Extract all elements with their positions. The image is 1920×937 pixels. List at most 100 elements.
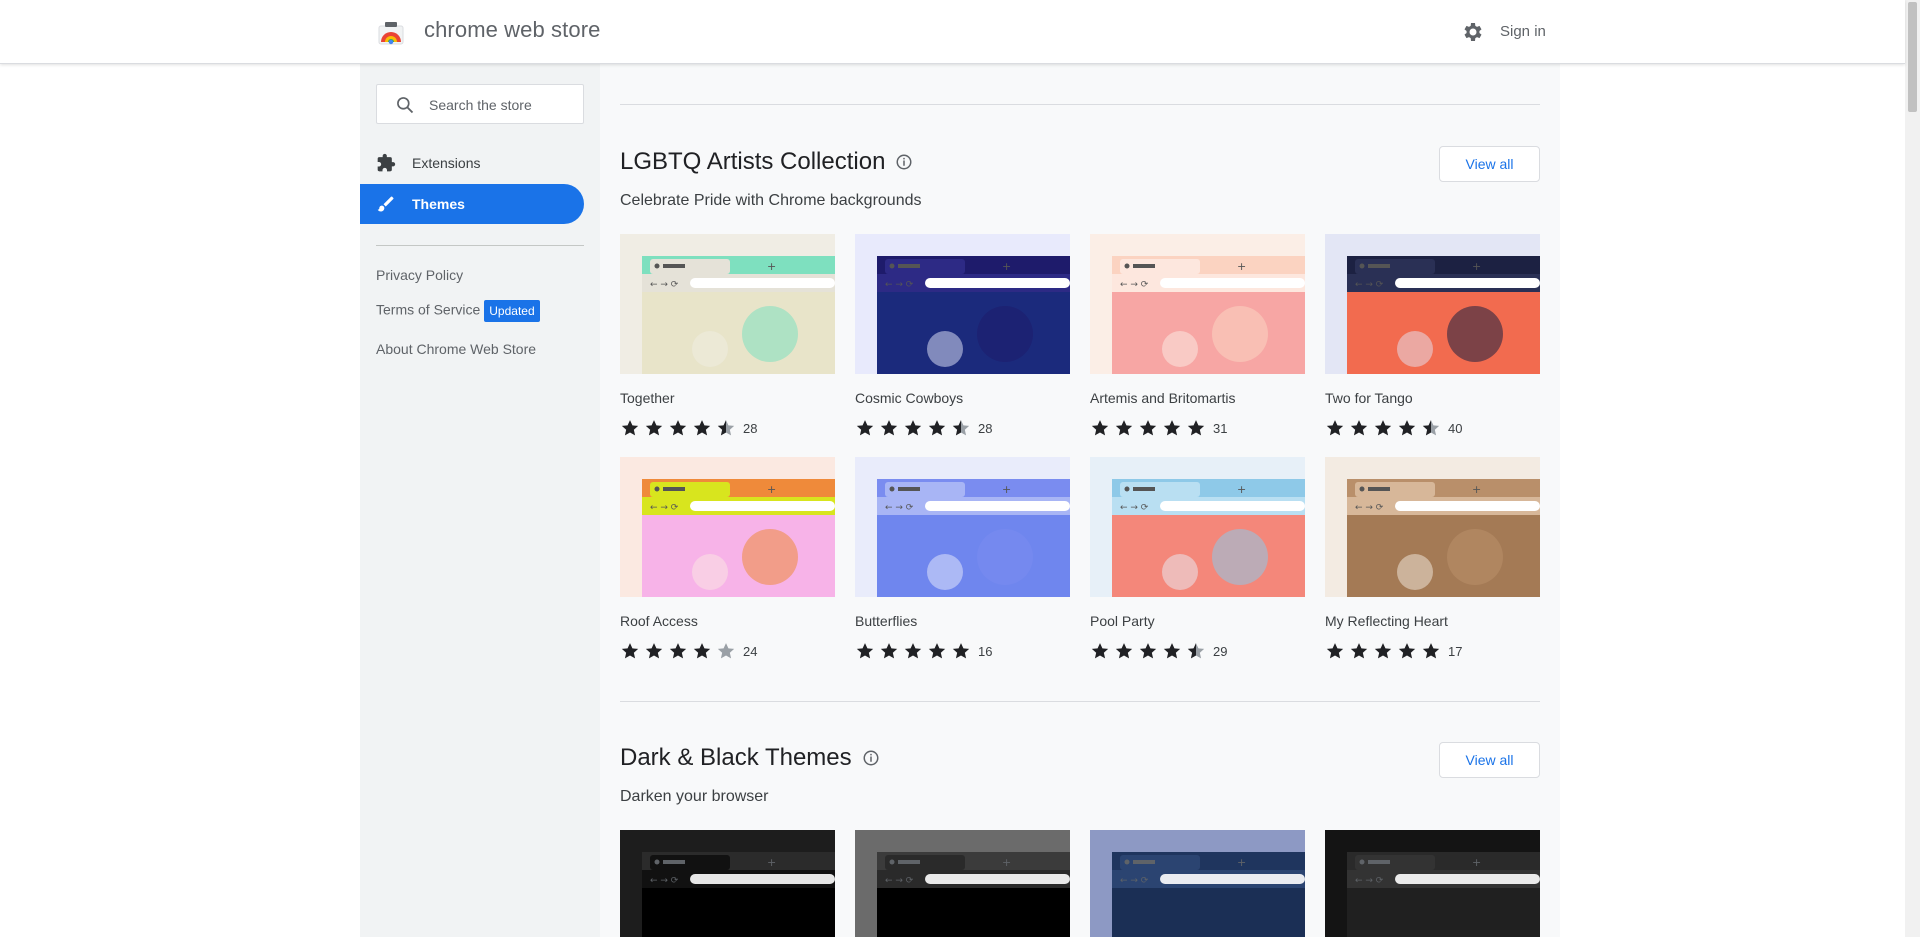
svg-text:+: + <box>767 260 776 273</box>
star-icon <box>645 643 663 659</box>
theme-thumbnail[interactable]: + ← → ⟳ <box>1090 234 1305 374</box>
theme-thumbnail[interactable]: + ← → ⟳ <box>1325 234 1540 374</box>
star-icon <box>621 420 639 436</box>
theme-thumbnail[interactable]: + ← → ⟳ <box>1090 830 1305 937</box>
search-box[interactable] <box>376 84 584 124</box>
star-icon <box>1374 420 1392 436</box>
rating: 16 <box>855 641 1070 661</box>
svg-text:← → ⟳: ← → ⟳ <box>885 503 914 513</box>
rating: 28 <box>620 418 835 438</box>
section-subtitle: Celebrate Pride with Chrome backgrounds <box>620 192 922 209</box>
sign-in-link[interactable]: Sign in <box>1500 23 1546 40</box>
star-icon <box>856 420 874 436</box>
theme-thumbnail[interactable]: + ← → ⟳ <box>1325 830 1540 937</box>
theme-card[interactable]: + ← → ⟳ Together 28 <box>620 234 835 438</box>
star-icon <box>1374 643 1392 659</box>
rating-count: 28 <box>743 420 758 436</box>
rating: 28 <box>855 418 1070 438</box>
sidebar-item-label: Themes <box>412 196 465 212</box>
svg-text:← → ⟳: ← → ⟳ <box>1120 503 1149 513</box>
svg-text:+: + <box>1472 260 1481 273</box>
star-icon <box>1350 643 1368 659</box>
theme-card[interactable]: + ← → ⟳ <box>1090 830 1305 937</box>
view-all-button[interactable]: View all <box>1439 742 1540 778</box>
star-icon <box>1139 420 1157 436</box>
theme-card[interactable]: + ← → ⟳ Artemis and Britomartis 31 <box>1090 234 1305 438</box>
svg-text:+: + <box>1237 856 1246 869</box>
privacy-policy-link[interactable]: Privacy Policy <box>376 267 463 283</box>
star-icon <box>621 643 639 659</box>
star-half-icon <box>1422 420 1440 436</box>
theme-card[interactable]: + ← → ⟳ <box>1325 830 1540 937</box>
theme-card[interactable]: + ← → ⟳ Pool Party 29 <box>1090 457 1305 661</box>
sidebar-item-label: Extensions <box>412 155 481 171</box>
theme-name[interactable]: Two for Tango <box>1325 390 1540 408</box>
gear-icon[interactable] <box>1460 20 1484 44</box>
rating: 29 <box>1090 641 1305 661</box>
svg-text:+: + <box>1237 260 1246 273</box>
theme-card[interactable]: + ← → ⟳ Roof Access 24 <box>620 457 835 661</box>
puzzle-icon <box>377 153 396 172</box>
star-icon <box>1326 643 1344 659</box>
about-link[interactable]: About Chrome Web Store <box>376 341 536 357</box>
svg-text:← → ⟳: ← → ⟳ <box>1120 876 1149 886</box>
theme-name[interactable]: My Reflecting Heart <box>1325 613 1540 631</box>
theme-name[interactable]: Pool Party <box>1090 613 1305 631</box>
star-icon <box>1398 420 1416 436</box>
store-title[interactable]: chrome web store <box>424 17 600 43</box>
theme-card[interactable]: + ← → ⟳ Butterflies 16 <box>855 457 1070 661</box>
star-icon <box>669 420 687 436</box>
info-icon[interactable] <box>895 153 913 171</box>
section-title: Dark & Black Themes <box>620 744 880 772</box>
terms-of-service-link[interactable]: Terms of Service Updated <box>376 300 540 322</box>
theme-name[interactable]: Butterflies <box>855 613 1070 631</box>
theme-thumbnail[interactable]: + ← → ⟳ <box>620 457 835 597</box>
sidebar-item-themes[interactable]: Themes <box>360 184 584 224</box>
top-header: chrome web store Sign in <box>0 0 1905 64</box>
section-title: LGBTQ Artists Collection <box>620 148 913 176</box>
updated-badge: Updated <box>484 300 540 322</box>
chrome-web-store-logo[interactable] <box>377 18 405 46</box>
theme-card[interactable]: + ← → ⟳ Two for Tango 40 <box>1325 234 1540 438</box>
star-icon <box>645 420 663 436</box>
star-icon <box>952 643 970 659</box>
theme-card[interactable]: + ← → ⟳ <box>855 830 1070 937</box>
theme-thumbnail[interactable]: + ← → ⟳ <box>855 457 1070 597</box>
theme-name[interactable]: Roof Access <box>620 613 835 631</box>
theme-card[interactable]: + ← → ⟳ My Reflecting Heart 17 <box>1325 457 1540 661</box>
view-all-button[interactable]: View all <box>1439 146 1540 182</box>
svg-text:+: + <box>1472 856 1481 869</box>
theme-thumbnail[interactable]: + ← → ⟳ <box>620 234 835 374</box>
star-icon <box>1115 420 1133 436</box>
search-input[interactable] <box>429 94 579 116</box>
theme-thumbnail[interactable]: + ← → ⟳ <box>1090 457 1305 597</box>
svg-text:← → ⟳: ← → ⟳ <box>650 503 679 513</box>
brush-icon <box>377 196 394 212</box>
svg-text:← → ⟳: ← → ⟳ <box>1120 280 1149 290</box>
theme-thumbnail[interactable]: + ← → ⟳ <box>855 234 1070 374</box>
rating-count: 24 <box>743 643 758 659</box>
info-icon[interactable] <box>862 749 880 767</box>
star-icon <box>693 420 711 436</box>
theme-name[interactable]: Artemis and Britomartis <box>1090 390 1305 408</box>
theme-thumbnail[interactable]: + ← → ⟳ <box>1325 457 1540 597</box>
theme-thumbnail[interactable]: + ← → ⟳ <box>855 830 1070 937</box>
theme-thumbnail[interactable]: + ← → ⟳ <box>620 830 835 937</box>
scrollbar[interactable] <box>1905 0 1920 937</box>
theme-card[interactable]: + ← → ⟳ Cosmic Cowboys 28 <box>855 234 1070 438</box>
star-empty-icon <box>717 643 735 659</box>
rating: 31 <box>1090 418 1305 438</box>
theme-name[interactable]: Cosmic Cowboys <box>855 390 1070 408</box>
svg-text:← → ⟳: ← → ⟳ <box>1355 503 1384 513</box>
svg-text:+: + <box>767 856 776 869</box>
theme-name[interactable]: Together <box>620 390 835 408</box>
sidebar-item-extensions[interactable]: Extensions <box>360 143 584 183</box>
svg-text:+: + <box>1237 483 1246 496</box>
scrollbar-thumb[interactable] <box>1908 2 1917 112</box>
search-icon <box>397 97 414 114</box>
star-icon <box>1091 420 1109 436</box>
rating: 17 <box>1325 641 1540 661</box>
svg-text:+: + <box>1472 483 1481 496</box>
theme-card[interactable]: + ← → ⟳ <box>620 830 835 937</box>
star-half-icon <box>952 420 970 436</box>
